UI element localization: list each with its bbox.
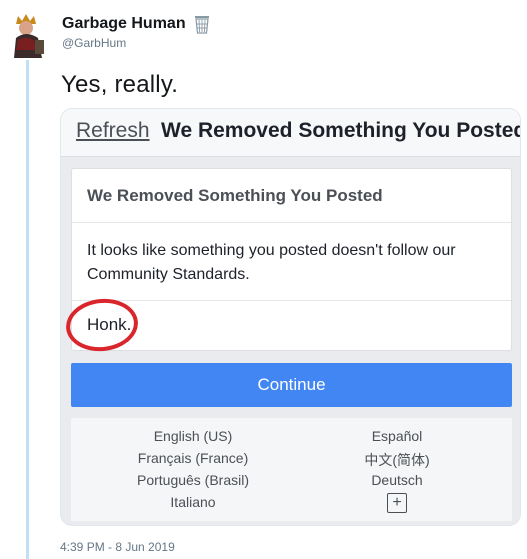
lang-chinese: 中文(简体) [364,452,430,468]
refresh-link: Refresh [76,119,150,142]
screenshot-topbar: Refresh We Removed Something You Posted [61,109,520,157]
wastebasket-icon [192,14,212,34]
tweet-timestamp[interactable]: 4:39 PM - 8 Jun 2019 [60,540,175,554]
author-name-link[interactable]: Garbage Human [62,14,212,34]
continue-label: Continue [257,375,326,394]
red-highlight-circle [63,295,141,355]
more-languages-icon: + [387,493,407,513]
lang-francais: Français (France) [137,450,249,466]
author-name: Garbage Human [62,15,186,32]
lang-espanol: Español [371,428,423,444]
notice-title: We Removed Something You Posted [72,169,511,223]
removal-notice-box: We Removed Something You Posted It looks… [63,168,512,355]
lang-deutsch: Deutsch [371,472,423,488]
lang-english: English (US) [153,428,233,444]
author-handle[interactable]: @GarbHum [62,36,212,50]
tweet-text: Yes, really. [61,71,179,98]
lang-italiano: Italiano [170,494,216,510]
language-list: English (US) Español Français (France) 中… [71,418,512,521]
removed-post: Honk. [63,295,511,355]
notice-body: It looks like something you posted doesn… [72,223,511,301]
embedded-screenshot[interactable]: Refresh We Removed Something You Posted … [60,108,521,526]
avatar[interactable] [8,10,48,58]
thread-line [26,60,29,559]
topbar-title: We Removed Something You Posted [161,119,521,142]
avatar-figure-icon [14,14,44,58]
tweet-header: Garbage Human @GarbHum [62,14,212,50]
lang-portugues: Português (Brasil) [136,472,250,488]
continue-button: Continue [71,363,512,407]
tweet-page: Garbage Human @GarbHum Yes, really. Refr… [0,0,527,559]
